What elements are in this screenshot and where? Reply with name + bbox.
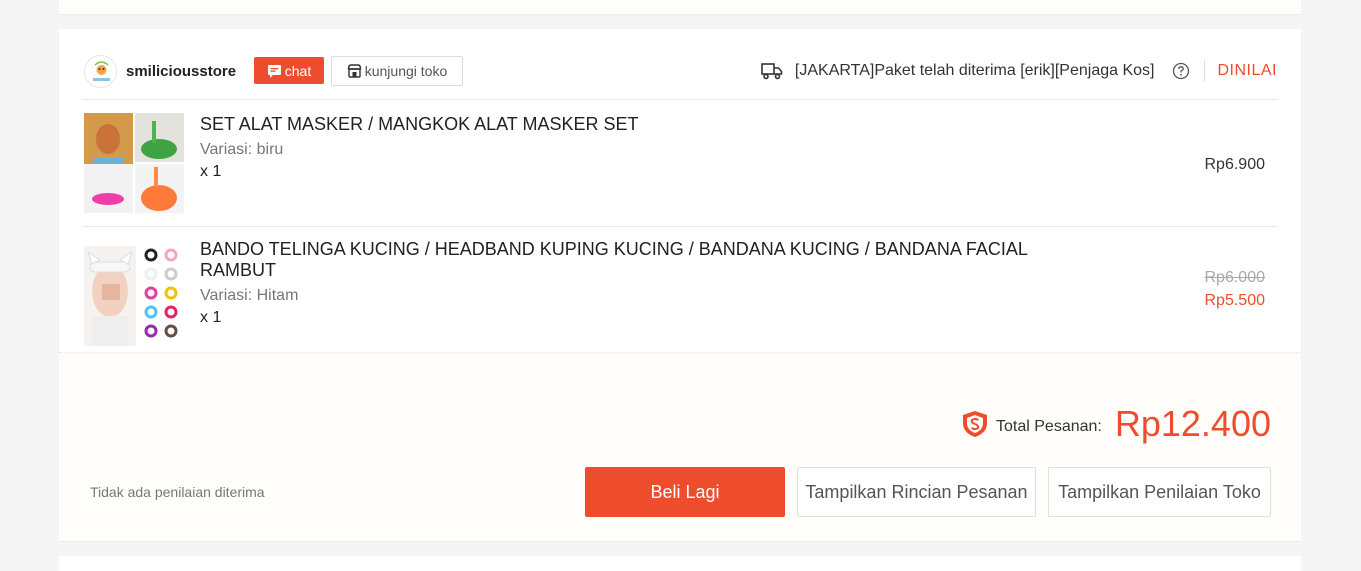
shipping-status-text[interactable]: [JAKARTA]Paket telah diterima [erik][Pen… — [795, 62, 1155, 80]
previous-order-card — [59, 0, 1301, 14]
product-name[interactable]: SET ALAT MASKER / MANGKOK ALAT MASKER SE… — [200, 114, 1090, 135]
product-image[interactable] — [84, 113, 184, 213]
product-quantity: x 1 — [200, 163, 222, 180]
order-footer: Total Pesanan: Rp12.400 Tidak ada penila… — [59, 352, 1301, 541]
shop-header: smiliciousstore chat kunjungi toko [JAKA… — [83, 29, 1277, 100]
shop-avatar[interactable] — [84, 55, 117, 88]
total-label: Total Pesanan: — [996, 418, 1102, 435]
shop-name[interactable]: smiliciousstore — [126, 63, 236, 80]
chat-button[interactable]: chat — [254, 57, 324, 84]
help-icon[interactable] — [1172, 62, 1190, 80]
order-item[interactable]: BANDO TELINGA KUCING / HEADBAND KUPING K… — [83, 227, 1277, 352]
product-image[interactable] — [84, 246, 184, 346]
buy-again-button[interactable]: Beli Lagi — [585, 467, 785, 517]
chat-icon — [267, 64, 281, 78]
order-item[interactable]: SET ALAT MASKER / MANGKOK ALAT MASKER SE… — [83, 101, 1277, 227]
product-info: SET ALAT MASKER / MANGKOK ALAT MASKER SE… — [200, 114, 1090, 181]
shipping-status-area: [JAKARTA]Paket telah diterima [erik][Pen… — [761, 59, 1277, 83]
next-order-card — [59, 556, 1301, 571]
product-price: Rp5.500 — [1204, 292, 1266, 309]
product-variant: Variasi: Hitam — [200, 287, 299, 304]
total-value: Rp12.400 — [1114, 403, 1271, 444]
product-original-price: Rp6.000 — [1204, 269, 1266, 286]
status-divider — [1204, 60, 1206, 82]
visit-shop-button[interactable]: kunjungi toko — [331, 56, 463, 86]
review-note: Tidak ada penilaian diterima — [90, 484, 265, 500]
product-variant: Variasi: biru — [200, 141, 284, 158]
view-order-details-button[interactable]: Tampilkan Rincian Pesanan — [797, 467, 1036, 517]
product-info: BANDO TELINGA KUCING / HEADBAND KUPING K… — [200, 239, 1090, 327]
shop-icon — [347, 64, 361, 78]
order-total: Total Pesanan: Rp12.400 — [962, 403, 1271, 445]
product-quantity: x 1 — [200, 309, 222, 326]
order-card: smiliciousstore chat kunjungi toko [JAKA… — [59, 29, 1301, 352]
product-name[interactable]: BANDO TELINGA KUCING / HEADBAND KUPING K… — [200, 239, 1090, 281]
shield-icon — [963, 411, 987, 437]
chat-label: chat — [284, 62, 312, 79]
order-status-badge: DINILAI — [1217, 62, 1277, 79]
truck-icon — [761, 63, 783, 80]
visit-shop-label: kunjungi toko — [364, 63, 448, 79]
view-shop-rating-button[interactable]: Tampilkan Penilaian Toko — [1048, 467, 1271, 517]
product-price: Rp6.900 — [1204, 156, 1266, 173]
